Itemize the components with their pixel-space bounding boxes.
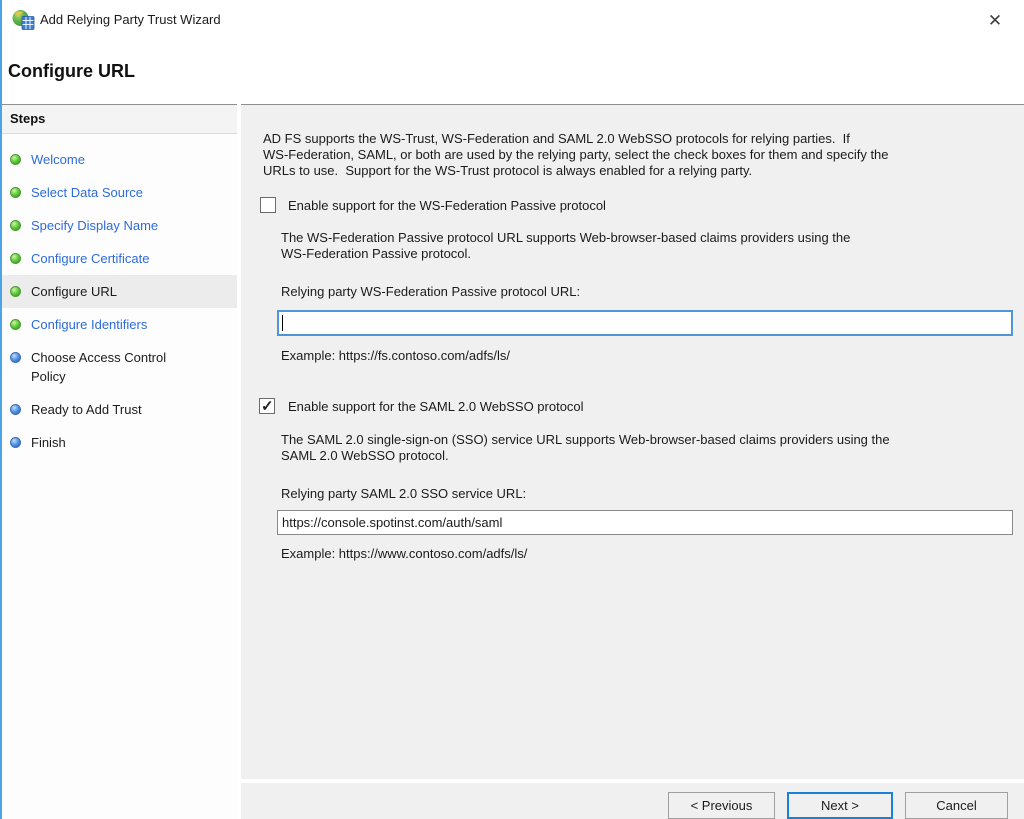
step-label: Select Data Source bbox=[31, 185, 143, 200]
wsfed-desc-line: The WS-Federation Passive protocol URL s… bbox=[281, 230, 850, 246]
cancel-button[interactable]: Cancel bbox=[905, 792, 1008, 819]
step-label: Specify Display Name bbox=[31, 218, 158, 233]
step-label: Choose Access Control Policy bbox=[31, 350, 166, 384]
saml-url-label: Relying party SAML 2.0 SSO service URL: bbox=[281, 486, 526, 502]
wsfed-enable-checkbox[interactable] bbox=[260, 197, 276, 213]
sidebar-item-welcome[interactable]: Welcome bbox=[2, 143, 237, 176]
wsfed-enable-label[interactable]: Enable support for the WS-Federation Pas… bbox=[288, 198, 606, 213]
intro-line: AD FS supports the WS-Trust, WS-Federati… bbox=[263, 131, 889, 147]
wsfed-url-input-wrap bbox=[277, 310, 1013, 336]
sidebar-item-configure-url[interactable]: Configure URL bbox=[2, 275, 237, 308]
intro-line: WS-Federation, SAML, or both are used by… bbox=[263, 147, 889, 163]
step-bullet-icon bbox=[10, 404, 21, 415]
step-bullet-icon bbox=[10, 220, 21, 231]
content-panel: AD FS supports the WS-Trust, WS-Federati… bbox=[241, 104, 1024, 779]
sidebar-item-ready-to-add-trust[interactable]: Ready to Add Trust bbox=[2, 393, 237, 426]
step-bullet-icon bbox=[10, 154, 21, 165]
step-label: Configure URL bbox=[31, 284, 117, 299]
wsfed-example-text: Example: https://fs.contoso.com/adfs/ls/ bbox=[281, 348, 510, 364]
saml-description: The SAML 2.0 single-sign-on (SSO) servic… bbox=[281, 432, 890, 464]
step-label: Welcome bbox=[31, 152, 85, 167]
next-button[interactable]: Next > bbox=[787, 792, 893, 819]
step-label: Finish bbox=[31, 435, 66, 450]
wsfed-url-input[interactable] bbox=[277, 310, 1013, 336]
saml-example-text: Example: https://www.contoso.com/adfs/ls… bbox=[281, 546, 527, 562]
saml-enable-checkbox[interactable] bbox=[259, 398, 275, 414]
intro-text: AD FS supports the WS-Trust, WS-Federati… bbox=[263, 131, 889, 179]
window-title: Add Relying Party Trust Wizard bbox=[40, 12, 221, 27]
close-icon[interactable]: ✕ bbox=[980, 7, 1010, 35]
steps-list: Welcome Select Data Source Specify Displ… bbox=[2, 134, 237, 459]
step-bullet-icon bbox=[10, 437, 21, 448]
step-bullet-icon bbox=[10, 253, 21, 264]
sidebar-item-choose-access-control-policy[interactable]: Choose Access Control Policy bbox=[2, 341, 237, 393]
saml-desc-line: SAML 2.0 WebSSO protocol. bbox=[281, 448, 890, 464]
adfs-app-icon bbox=[11, 8, 35, 32]
wsfed-desc-line: WS-Federation Passive protocol. bbox=[281, 246, 850, 262]
saml-enable-label[interactable]: Enable support for the SAML 2.0 WebSSO p… bbox=[288, 399, 584, 414]
step-bullet-icon bbox=[10, 352, 21, 363]
sidebar-item-select-data-source[interactable]: Select Data Source bbox=[2, 176, 237, 209]
sidebar-item-specify-display-name[interactable]: Specify Display Name bbox=[2, 209, 237, 242]
sidebar-item-finish[interactable]: Finish bbox=[2, 426, 237, 459]
step-label: Configure Certificate bbox=[31, 251, 150, 266]
steps-sidebar: Steps Welcome Select Data Source Specify… bbox=[2, 104, 237, 819]
titlebar: Add Relying Party Trust Wizard ✕ bbox=[2, 0, 1024, 40]
sidebar-item-configure-identifiers[interactable]: Configure Identifiers bbox=[2, 308, 237, 341]
saml-url-input[interactable] bbox=[277, 510, 1013, 535]
previous-button[interactable]: < Previous bbox=[668, 792, 775, 819]
step-bullet-icon bbox=[10, 286, 21, 297]
steps-header: Steps bbox=[2, 105, 237, 134]
step-bullet-icon bbox=[10, 319, 21, 330]
sidebar-item-configure-certificate[interactable]: Configure Certificate bbox=[2, 242, 237, 275]
intro-line: URLs to use. Support for the WS-Trust pr… bbox=[263, 163, 889, 179]
wsfed-description: The WS-Federation Passive protocol URL s… bbox=[281, 230, 850, 262]
wsfed-url-label: Relying party WS-Federation Passive prot… bbox=[281, 284, 580, 300]
step-label: Configure Identifiers bbox=[31, 317, 147, 332]
wizard-window: Add Relying Party Trust Wizard ✕ Configu… bbox=[0, 0, 1024, 819]
saml-desc-line: The SAML 2.0 single-sign-on (SSO) servic… bbox=[281, 432, 890, 448]
page-title: Configure URL bbox=[8, 61, 135, 82]
saml-url-input-wrap bbox=[277, 510, 1013, 535]
step-bullet-icon bbox=[10, 187, 21, 198]
step-label: Ready to Add Trust bbox=[31, 402, 142, 417]
